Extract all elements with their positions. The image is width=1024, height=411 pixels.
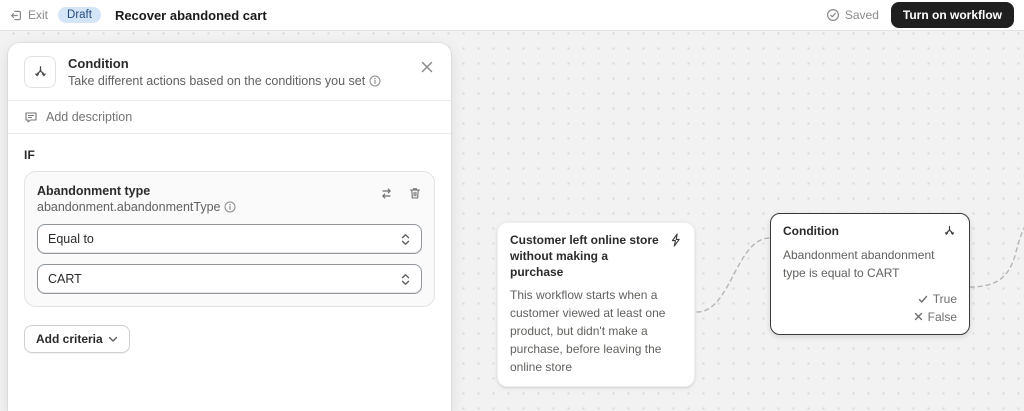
panel-title: Condition: [68, 56, 129, 71]
delete-criteria-button[interactable]: [408, 186, 422, 201]
condition-node[interactable]: Condition Abandonment abandonment type i…: [770, 213, 970, 335]
output-false-label: False: [927, 309, 957, 324]
trigger-node[interactable]: Customer left online store without makin…: [497, 222, 695, 388]
trigger-node-header: Customer left online store without makin…: [510, 233, 682, 280]
swap-icon: [382, 188, 391, 199]
trigger-node-title: Customer left online store without makin…: [510, 233, 659, 279]
condition-node-header: Condition: [783, 224, 957, 240]
panel-header-text: Condition Take different actions based o…: [68, 56, 381, 88]
panel-header: Condition Take different actions based o…: [8, 43, 451, 100]
output-false[interactable]: False: [914, 310, 957, 324]
criteria-actions: [379, 184, 422, 201]
output-true-label: True: [932, 291, 957, 306]
operator-selected-value: Equal to: [48, 232, 94, 247]
output-true[interactable]: True: [918, 292, 957, 306]
condition-config-panel: Condition Take different actions based o…: [8, 43, 451, 411]
select-caret-icon: [400, 233, 411, 246]
trash-icon: [409, 188, 421, 199]
connector-trigger-to-condition: [696, 237, 771, 313]
close-icon: [421, 61, 433, 73]
status-badge: Draft: [58, 7, 101, 23]
panel-subtitle: Take different actions based on the cond…: [68, 74, 366, 89]
top-bar-right: Saved Turn on workflow: [826, 2, 1014, 28]
criteria-header: Abandonment type abandonment.abandonment…: [37, 184, 422, 214]
if-label: IF: [24, 148, 36, 163]
check-circle-icon: [826, 8, 840, 22]
criteria-field: Abandonment type abandonment.abandonment…: [37, 184, 379, 214]
add-criteria-label: Add criteria: [36, 332, 103, 347]
top-bar: Exit Draft Recover abandoned cart Saved …: [0, 0, 1024, 31]
info-icon[interactable]: [224, 201, 236, 213]
trigger-node-description: This workflow starts when a customer vie…: [510, 288, 666, 375]
info-icon[interactable]: [369, 75, 381, 87]
check-icon: [918, 294, 928, 304]
condition-node-summary: Abandonment abandonment type is equal to…: [783, 247, 935, 280]
exit-icon: [10, 9, 23, 22]
criteria-card: Abandonment type abandonment.abandonment…: [24, 171, 435, 308]
value-selected-value: CART: [48, 272, 82, 287]
lightning-icon: [669, 233, 682, 247]
value-select[interactable]: CART: [37, 264, 422, 295]
operator-select[interactable]: Equal to: [37, 224, 422, 255]
workflow-title: Recover abandoned cart: [114, 7, 267, 23]
saved-label: Saved: [844, 8, 879, 22]
criteria-field-label: Abandonment type: [37, 184, 151, 199]
close-panel-button[interactable]: [419, 59, 435, 75]
condition-node-title: Condition: [783, 224, 839, 238]
turn-on-workflow-button[interactable]: Turn on workflow: [890, 2, 1014, 28]
branch-icon: [942, 224, 957, 239]
add-description-label: Add description: [46, 110, 133, 125]
saved-status: Saved: [826, 8, 879, 22]
exit-button[interactable]: Exit: [10, 8, 48, 22]
connector-condition-true-out: [969, 226, 1024, 288]
x-icon: [914, 312, 923, 321]
replace-variable-button[interactable]: [379, 186, 394, 201]
comment-edit-icon: [24, 110, 38, 124]
select-caret-icon: [400, 273, 411, 286]
add-criteria-button[interactable]: Add criteria: [24, 325, 130, 354]
add-description-button[interactable]: Add description: [8, 101, 451, 133]
top-bar-left: Exit Draft Recover abandoned cart: [10, 7, 267, 23]
exit-label: Exit: [28, 8, 49, 22]
criteria-field-path: abandonment.abandonmentType: [37, 200, 221, 215]
condition-outputs: True False: [783, 292, 957, 324]
condition-branch-icon: [24, 56, 56, 88]
chevron-down-icon: [108, 336, 118, 343]
